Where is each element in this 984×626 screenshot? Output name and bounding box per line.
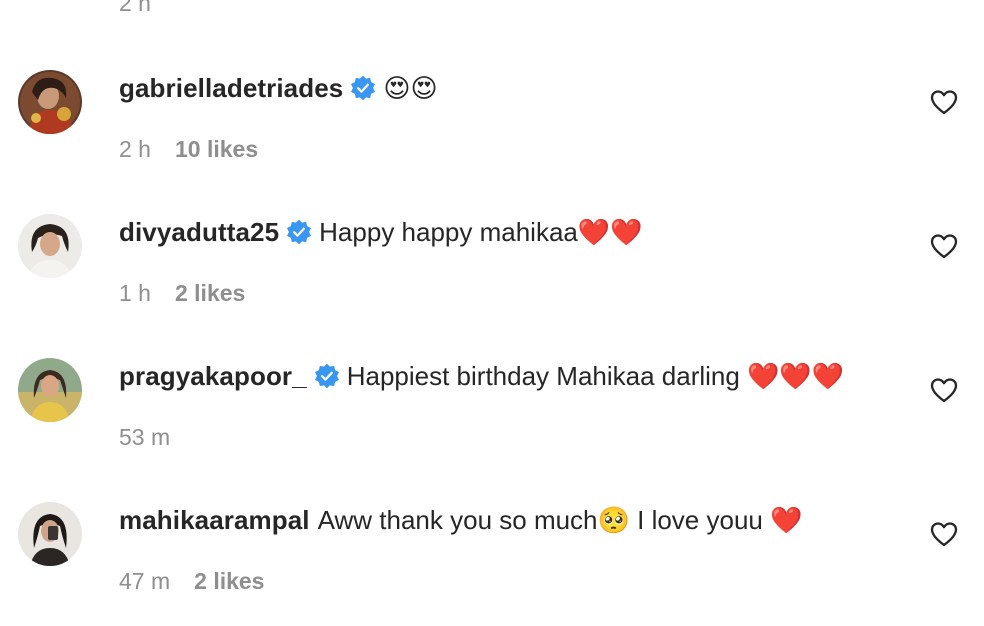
comment-username[interactable]: pragyakapoor_ — [119, 360, 307, 392]
comment-username[interactable]: divyadutta25 — [119, 216, 279, 248]
comment-meta: 2 h 10 likes — [119, 136, 258, 162]
previous-comment-time: 2 h — [119, 0, 151, 16]
avatar[interactable] — [18, 502, 82, 566]
verified-badge-icon — [286, 219, 312, 245]
comment-likes[interactable]: 2 likes — [194, 568, 264, 594]
like-button[interactable] — [928, 374, 960, 406]
verified-badge-icon — [314, 363, 340, 389]
comment-line: mahikaarampal Aww thank you so much🥺 I l… — [119, 504, 802, 536]
heart-outline-icon — [930, 234, 958, 259]
comment-line: pragyakapoor_ Happiest birthday Mahikaa … — [119, 360, 844, 392]
avatar[interactable] — [18, 70, 82, 134]
comment-meta: 47 m 2 likes — [119, 568, 264, 594]
comment-line: divyadutta25 Happy happy mahikaa❤️❤️ — [119, 216, 643, 248]
heart-outline-icon — [930, 378, 958, 403]
comment-text: Happy happy mahikaa❤️❤️ — [319, 217, 643, 247]
comment-text: Aww thank you so much🥺 I love youu ❤️ — [317, 505, 803, 535]
comment-item: gabrielladetriades 😍😍 2 h 10 likes — [0, 70, 984, 190]
comment-time[interactable]: 47 m — [119, 568, 170, 594]
comment-meta: 1 h 2 likes — [119, 280, 245, 306]
comment-item: divyadutta25 Happy happy mahikaa❤️❤️ 1 h… — [0, 214, 984, 334]
avatar[interactable] — [18, 214, 82, 278]
comment-likes[interactable]: 10 likes — [175, 136, 258, 162]
like-button[interactable] — [928, 518, 960, 550]
heart-outline-icon — [930, 522, 958, 547]
comment-time[interactable]: 53 m — [119, 424, 170, 450]
heart-outline-icon — [930, 90, 958, 115]
comment-meta: 53 m — [119, 424, 170, 450]
verified-badge-icon — [350, 75, 376, 101]
comment-username[interactable]: mahikaarampal — [119, 504, 310, 536]
avatar[interactable] — [18, 358, 82, 422]
comment-item: mahikaarampal Aww thank you so much🥺 I l… — [0, 502, 984, 622]
comment-likes[interactable]: 2 likes — [175, 280, 245, 306]
comment-item: pragyakapoor_ Happiest birthday Mahikaa … — [0, 358, 984, 478]
comment-time[interactable]: 1 h — [119, 280, 151, 306]
like-button[interactable] — [928, 230, 960, 262]
comment-text: 😍😍 — [383, 73, 438, 103]
comment-line: gabrielladetriades 😍😍 — [119, 72, 438, 104]
comment-time[interactable]: 2 h — [119, 136, 151, 162]
comment-username[interactable]: gabrielladetriades — [119, 72, 343, 104]
like-button[interactable] — [928, 86, 960, 118]
comment-text: Happiest birthday Mahikaa darling ❤️❤️❤️ — [346, 361, 845, 391]
